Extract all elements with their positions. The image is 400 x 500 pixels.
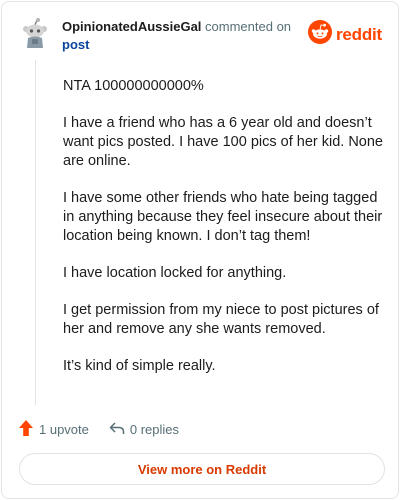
author-name[interactable]: OpinionatedAussieGal — [62, 19, 201, 34]
reply-count: 0 replies — [129, 421, 180, 437]
thread-line — [35, 60, 36, 405]
reddit-logo-icon — [307, 20, 332, 49]
reply-icon — [109, 420, 125, 439]
comment-body: NTA 100000000000% I have a friend who has… — [63, 77, 383, 394]
upvote-button[interactable]: 1 upvote — [18, 419, 89, 440]
view-more-button[interactable]: View more on Reddit — [19, 453, 385, 485]
comment-actions: 1 upvote 0 replies — [18, 418, 199, 440]
embedded-comment-card: OpinionatedAussieGal commented on post r… — [1, 1, 399, 499]
commented-on-label: commented on — [205, 19, 292, 34]
replies-button[interactable]: 0 replies — [109, 420, 179, 439]
comment-paragraph: I have some other friends who hate being… — [63, 190, 383, 244]
post-link[interactable]: post — [62, 36, 291, 54]
comment-paragraph: I have location locked for anything. — [63, 265, 287, 281]
comment-meta: OpinionatedAussieGal commented on post — [62, 18, 291, 54]
upvote-arrow-icon — [18, 419, 34, 440]
comment-header: OpinionatedAussieGal commented on post r… — [18, 16, 382, 56]
comment-paragraph: NTA 100000000000% — [63, 78, 204, 94]
comment-paragraph: I get permission from my niece to post p… — [63, 302, 379, 337]
comment-paragraph: I have a friend who has a 6 year old and… — [63, 115, 383, 169]
upvote-count: 1 upvote — [39, 421, 89, 437]
comment-paragraph: It’s kind of simple really. — [63, 358, 216, 374]
snoo-avatar-icon[interactable] — [18, 16, 52, 50]
reddit-brand[interactable]: reddit — [307, 20, 382, 49]
reddit-wordmark: reddit — [335, 24, 382, 44]
